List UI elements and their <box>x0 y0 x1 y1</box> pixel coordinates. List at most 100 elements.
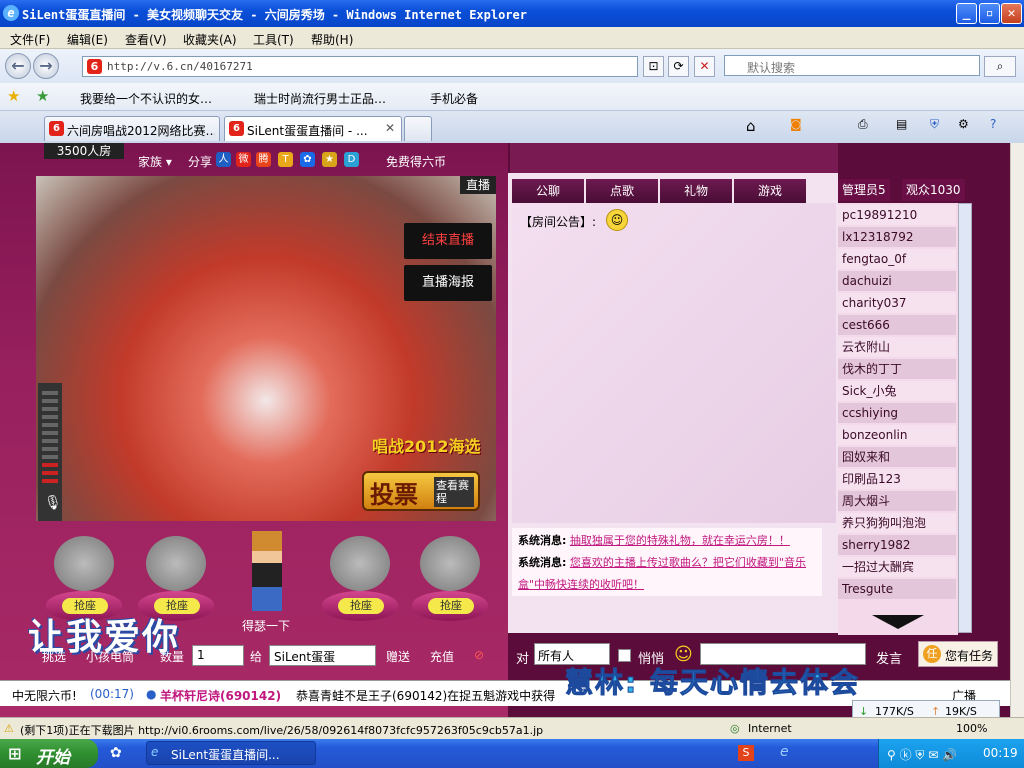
page-scrollbar[interactable] <box>1010 143 1024 717</box>
quantity-input[interactable]: 1 <box>192 645 244 666</box>
help-icon[interactable]: ? <box>990 117 996 131</box>
volume-meter[interactable]: 🎙 <box>38 383 62 521</box>
scroll-down-icon[interactable] <box>872 615 924 629</box>
forward-icon[interactable]: → <box>33 53 59 79</box>
new-tab-button[interactable] <box>404 116 432 141</box>
vote-badge[interactable]: 唱战2012海选 投票 查看赛程 <box>362 433 492 517</box>
douban-icon[interactable]: D <box>344 152 359 167</box>
baidu-icon[interactable]: ✿ <box>300 152 315 167</box>
tab-audience[interactable]: 观众1030 <box>902 179 965 201</box>
refresh-icon[interactable]: ⟳ <box>668 56 689 77</box>
mute-icon[interactable]: ⊘ <box>474 648 484 662</box>
gift-item[interactable]: 小孩电筒 <box>86 648 134 665</box>
close-tab-icon[interactable]: ✕ <box>385 121 395 135</box>
tab-gifts[interactable]: 礼物 <box>660 179 732 203</box>
share-icons[interactable]: 人 微 腾 T ✿ ★ D <box>216 152 366 168</box>
recipient-input[interactable]: SiLent蛋蛋 <box>269 645 376 666</box>
dj-label[interactable]: 得瑟一下 <box>242 617 290 634</box>
tab-song-request[interactable]: 点歌 <box>586 179 658 203</box>
page-icon[interactable]: ▤ <box>896 117 907 131</box>
user-list-item[interactable]: ccshiying <box>838 403 956 423</box>
user-list-item[interactable]: 云衣附山 <box>838 337 956 357</box>
menu-help[interactable]: 帮助(H) <box>311 31 353 48</box>
kaixin-icon[interactable]: T <box>278 152 293 167</box>
pick-gift[interactable]: 挑选 <box>42 648 66 665</box>
user-list-scrollbar[interactable] <box>958 203 972 633</box>
safety-icon[interactable]: ⛨ <box>930 117 939 132</box>
task-button[interactable]: 任 您有任务 <box>918 641 998 667</box>
tab-games[interactable]: 游戏 <box>734 179 806 203</box>
user-list-item[interactable]: 一招过大酬宾 <box>838 557 956 577</box>
microphone-icon[interactable]: 🎙 <box>44 495 62 511</box>
weibo-icon[interactable]: 微 <box>236 152 251 167</box>
user-list-item[interactable]: lx12318792 <box>838 227 956 247</box>
compat-view-icon[interactable]: ⊡ <box>643 56 664 77</box>
user-list-item[interactable]: 印刷品123 <box>838 469 956 489</box>
app-icon[interactable]: S <box>738 745 754 761</box>
clock: 00:19 <box>983 746 1018 760</box>
user-list-item[interactable]: fengtao_0f <box>838 249 956 269</box>
add-favorite-icon[interactable]: ★ <box>36 87 49 105</box>
tab-2-active[interactable]: 6 SiLent蛋蛋直播间 - ... ✕ <box>224 116 402 141</box>
address-field[interactable]: 6 http://v.6.cn/40167271 <box>82 56 638 77</box>
tab-admins[interactable]: 管理员5 <box>838 179 890 201</box>
room-notice: 【房间公告】: <box>520 215 597 229</box>
minimize-button[interactable]: _ <box>956 3 977 24</box>
system-message-link[interactable]: 抽取独属于您的特殊礼物，就在幸运六房！！ <box>570 534 790 547</box>
maximize-button[interactable]: ▫ <box>979 3 1000 24</box>
system-messages: 系统消息: 抽取独属于您的特殊礼物，就在幸运六房！！ 系统消息: 您喜欢的主播上… <box>512 528 822 596</box>
fav-link-1[interactable]: 我要给一个不认识的女… <box>80 90 212 107</box>
renren-icon[interactable]: 人 <box>216 152 231 167</box>
zoom-level[interactable]: 100% <box>956 722 987 735</box>
fav-link-3[interactable]: 手机必备 <box>430 90 478 107</box>
menu-favorites[interactable]: 收藏夹(A) <box>183 31 237 48</box>
end-live-button[interactable]: 结束直播 <box>404 223 492 259</box>
ie-quick-icon[interactable]: e <box>780 744 789 760</box>
tab-1[interactable]: 6 六间房唱战2012网络比赛… <box>44 116 220 141</box>
tencent-weibo-icon[interactable]: 腾 <box>256 152 271 167</box>
free-coins-link[interactable]: 免费得六币 <box>386 153 446 170</box>
user-list-item[interactable]: Tresgute <box>838 579 956 599</box>
feeds-icon[interactable]: ◙ <box>790 117 802 131</box>
user-list-item[interactable]: Sick_小兔 <box>838 381 956 401</box>
seat-button[interactable]: 抢座 <box>428 598 474 614</box>
home-icon[interactable]: ⌂ <box>746 117 756 135</box>
close-button[interactable]: ✕ <box>1001 3 1022 24</box>
user-list-item[interactable]: sherry1982 <box>838 535 956 555</box>
tab-public-chat[interactable]: 公聊 <box>512 179 584 203</box>
menu-edit[interactable]: 编辑(E) <box>67 31 108 48</box>
stop-icon[interactable]: ✕ <box>694 56 715 77</box>
recharge-button[interactable]: 充值 <box>430 648 454 665</box>
user-list-item[interactable]: 囧奴来和 <box>838 447 956 467</box>
user-list-item[interactable]: pc19891210 <box>838 205 956 225</box>
search-icon[interactable]: ⌕ <box>984 56 1016 77</box>
live-poster-button[interactable]: 直播海报 <box>404 265 492 301</box>
taskbar-window-button[interactable]: e SiLent蛋蛋直播间... <box>146 741 316 765</box>
tray-icons[interactable]: ⚲ ⓚ ⛨ ✉ 🔊 <box>887 746 957 763</box>
send-button[interactable]: 发言 <box>876 648 902 667</box>
fav-link-2[interactable]: 瑞士时尚流行男士正品… <box>254 90 386 107</box>
menu-file[interactable]: 文件(F) <box>10 31 50 48</box>
give-button[interactable]: 赠送 <box>386 648 410 665</box>
ticker-user[interactable]: 羊杯轩尼诗(690142) <box>160 687 281 704</box>
user-list-item[interactable]: charity037 <box>838 293 956 313</box>
start-button[interactable]: ⊞ 开始 <box>0 739 98 768</box>
user-list-item[interactable]: dachuizi <box>838 271 956 291</box>
user-list-item[interactable]: bonzeonlin <box>838 425 956 445</box>
user-list-item[interactable]: 伐木的丁丁 <box>838 359 956 379</box>
favorites-star-icon[interactable]: ★ <box>7 87 20 105</box>
qzone-icon[interactable]: ★ <box>322 152 337 167</box>
quicklaunch-icon[interactable]: ✿ <box>110 745 122 761</box>
search-input[interactable]: 默认搜索 <box>724 55 980 76</box>
view-schedule[interactable]: 查看赛程 <box>434 477 474 507</box>
seat-button[interactable]: 抢座 <box>338 598 384 614</box>
menu-view[interactable]: 查看(V) <box>125 31 167 48</box>
print-icon[interactable]: ⎙ <box>858 117 868 132</box>
family-menu[interactable]: 家族 ▾ <box>138 153 172 170</box>
back-icon[interactable]: ← <box>5 53 31 79</box>
tools-gear-icon[interactable]: ⚙ <box>958 117 969 131</box>
menu-tools[interactable]: 工具(T) <box>253 31 294 48</box>
user-list-item[interactable]: 养只狗狗叫泡泡 <box>838 513 956 533</box>
user-list-item[interactable]: 周大烟斗 <box>838 491 956 511</box>
user-list-item[interactable]: cest666 <box>838 315 956 335</box>
